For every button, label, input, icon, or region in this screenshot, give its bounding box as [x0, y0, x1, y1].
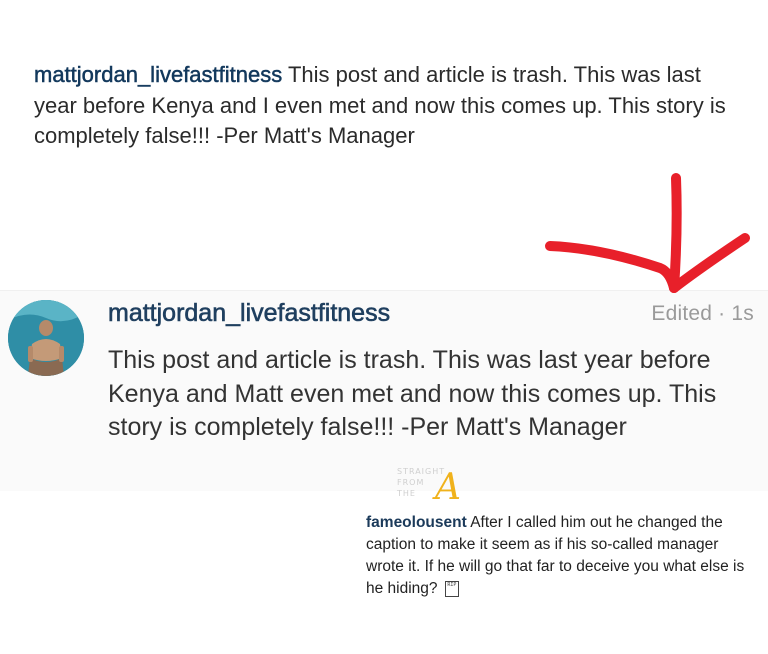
watermark-logo-icon: STRAIGHT FROM THE A: [396, 467, 461, 508]
edited-comment-username[interactable]: mattjordan_livefastfitness: [108, 297, 391, 329]
edited-comment-text: This post and article is trash. This was…: [108, 346, 717, 441]
watermark-logo-letter: A: [432, 467, 461, 505]
watermark-line-3: THE: [396, 489, 416, 498]
watermark: STRAIGHT FROM THE A: [395, 465, 495, 508]
red-arrow-icon: [545, 173, 750, 293]
reply-comment-username[interactable]: fameolousent: [366, 514, 467, 531]
reply-comment: fameolousent After I called him out he c…: [366, 512, 756, 600]
watermark-line-2: FROM: [397, 478, 424, 487]
rip-emoji-icon: RIP: [444, 580, 459, 597]
original-comment-username[interactable]: mattjordan_livefastfitness: [34, 62, 283, 88]
original-comment: mattjordan_livefastfitness This post and…: [34, 60, 734, 152]
avatar-photo-icon: [8, 300, 84, 376]
avatar[interactable]: [8, 300, 84, 376]
